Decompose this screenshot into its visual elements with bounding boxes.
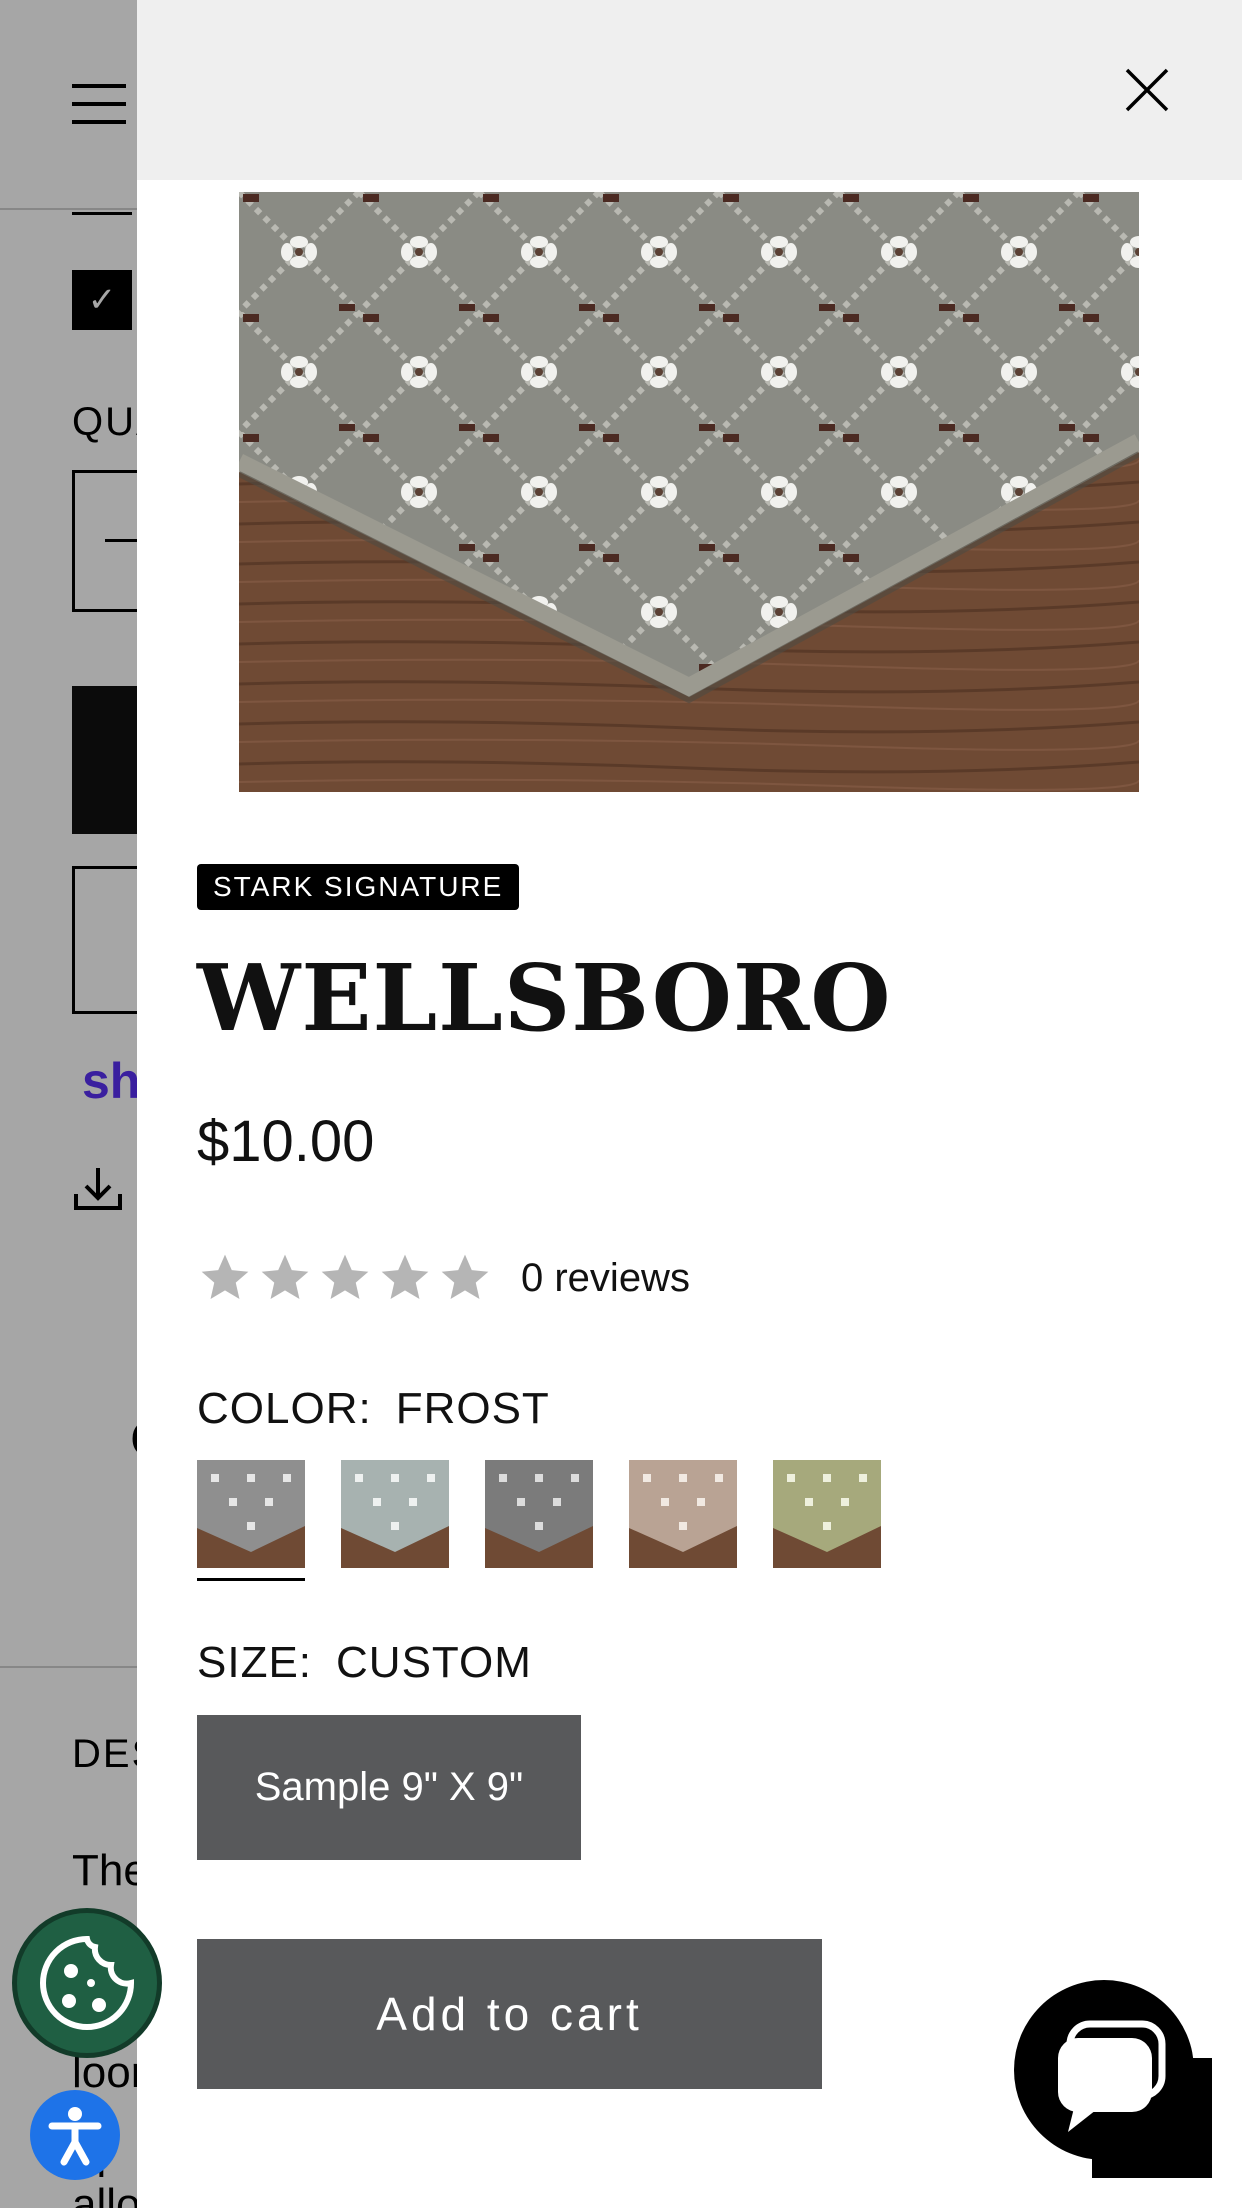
star-icon	[441, 1254, 489, 1299]
selected-swatch-indicator	[197, 1578, 305, 1581]
cookie-icon	[40, 1935, 135, 2030]
color-value: FROST	[395, 1384, 550, 1433]
size-value: CUSTOM	[336, 1638, 532, 1687]
size-label: SIZE: CUSTOM	[197, 1638, 532, 1688]
product-title: WELLSBORO	[197, 944, 892, 1052]
star-icon	[201, 1254, 249, 1299]
swatch-image	[629, 1460, 737, 1568]
star-icon	[321, 1254, 369, 1299]
color-swatch-slate[interactable]	[485, 1460, 593, 1568]
color-label: COLOR: FROST	[197, 1384, 550, 1434]
close-icon[interactable]	[1123, 66, 1171, 114]
color-swatch-sage[interactable]	[773, 1460, 881, 1568]
star-icon	[261, 1254, 309, 1299]
color-swatch-frost[interactable]	[197, 1460, 305, 1568]
color-swatches	[197, 1460, 881, 1568]
cookie-settings-button[interactable]	[12, 1908, 162, 2058]
chat-icon	[1058, 2020, 1166, 2132]
reviews-link[interactable]: 0 reviews	[521, 1256, 690, 1301]
quick-view-drawer: STARK SIGNATURE WELLSBORO $10.00 0 revie…	[137, 0, 1242, 2208]
accessibility-icon	[48, 2107, 102, 2166]
swatch-image	[485, 1460, 593, 1568]
color-label-text: COLOR:	[197, 1384, 372, 1433]
star-icon	[381, 1254, 429, 1299]
rating-stars[interactable]	[197, 1250, 493, 1310]
drawer-header	[137, 0, 1242, 180]
chat-button[interactable]	[1014, 1980, 1194, 2160]
add-to-cart-button[interactable]: Add to cart	[197, 1939, 822, 2089]
swatch-image	[197, 1460, 305, 1568]
product-price: $10.00	[197, 1109, 375, 1174]
swatch-image	[773, 1460, 881, 1568]
accessibility-button[interactable]	[30, 2090, 120, 2180]
swatch-image	[341, 1460, 449, 1568]
color-swatch-blush[interactable]	[629, 1460, 737, 1568]
size-option-button[interactable]: Sample 9" X 9"	[197, 1715, 581, 1860]
color-swatch-mist[interactable]	[341, 1460, 449, 1568]
brand-badge: STARK SIGNATURE	[197, 864, 520, 910]
product-image	[239, 192, 1139, 792]
size-label-text: SIZE:	[197, 1638, 313, 1687]
